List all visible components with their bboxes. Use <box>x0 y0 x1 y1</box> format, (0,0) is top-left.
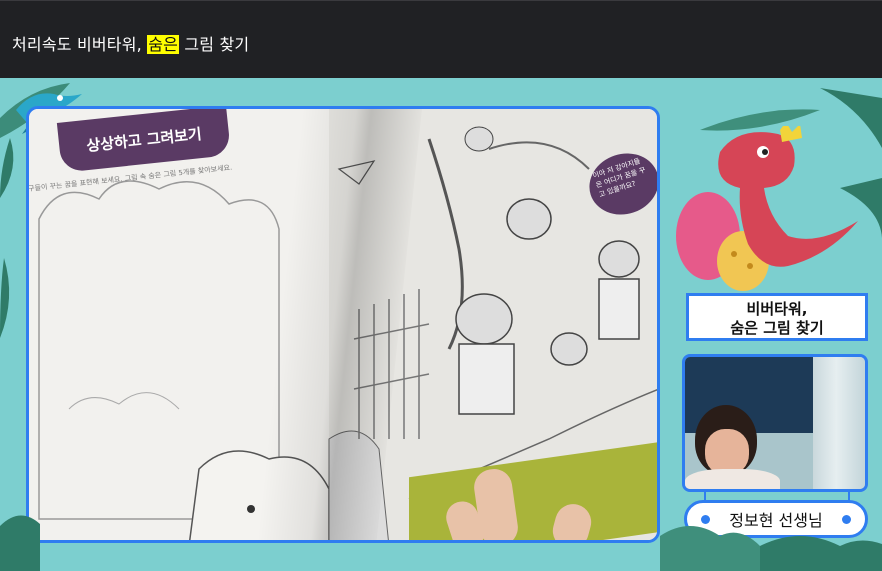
title-suffix: 그림 찾기 <box>184 35 250 54</box>
webcam-curtain <box>813 357 865 489</box>
title-highlight: 숨은 <box>147 35 180 54</box>
red-dinosaur-icon <box>676 126 858 291</box>
card-line-2: 숨은 그림 찾기 <box>730 319 824 337</box>
lesson-title-card: 비버타워, 숨은 그림 찾기 <box>686 293 868 341</box>
title-prefix: 처리속도 비버타워, <box>12 35 142 54</box>
teacher-shoulder <box>685 469 780 489</box>
camera-video-feed: 상상하고 그려보기 친구들이 꾸는 꿈을 표현해 보세요. 그림 속 숨은 그림… <box>26 106 660 543</box>
card-line-1: 비버타워, <box>746 300 808 318</box>
window-title: 처리속도 비버타워, 숨은 그림 찾기 <box>12 31 249 55</box>
ground-bushes <box>0 515 882 571</box>
teacher-webcam <box>682 354 868 492</box>
lesson-stage: 상상하고 그려보기 친구들이 꾸는 꿈을 표현해 보세요. 그림 속 숨은 그림… <box>0 78 882 571</box>
title-bar: 처리속도 비버타워, 숨은 그림 찾기 <box>0 0 882 78</box>
